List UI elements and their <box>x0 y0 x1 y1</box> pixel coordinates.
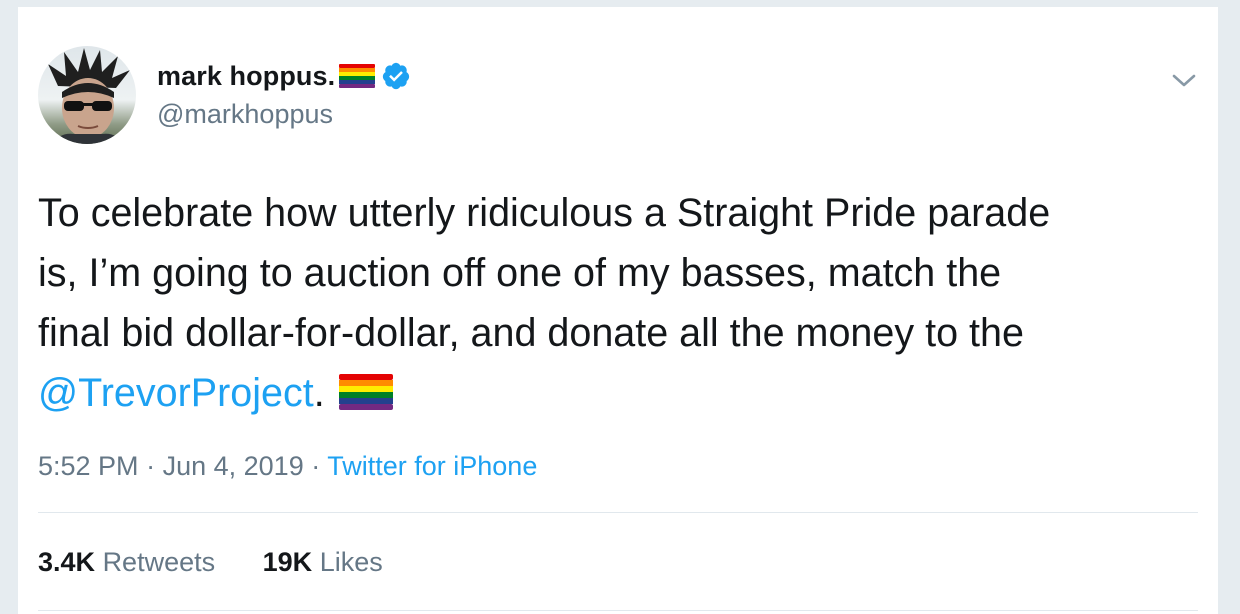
avatar[interactable] <box>38 46 136 144</box>
rainbow-flag-icon <box>339 61 376 91</box>
tweet-meta: 5:52 PM · Jun 4, 2019 · Twitter for iPho… <box>38 451 537 482</box>
tweet-time[interactable]: 5:52 PM <box>38 451 139 481</box>
likes-count: 19K <box>262 547 313 577</box>
tweet-source-link[interactable]: Twitter for iPhone <box>327 451 537 481</box>
rainbow-flag-icon <box>338 369 393 410</box>
tweet-stats: 3.4K Retweets 19K Likes <box>38 547 423 578</box>
verified-badge-icon <box>381 61 411 91</box>
tweet-date[interactable]: Jun 4, 2019 <box>163 451 304 481</box>
meta-separator: · <box>146 451 156 481</box>
tweet-text: To celebrate how utterly ridiculous a St… <box>38 183 1208 423</box>
retweets-label: Retweets <box>102 547 216 577</box>
retweets-stat[interactable]: 3.4K Retweets <box>38 547 215 577</box>
chevron-down-icon[interactable] <box>1168 65 1200 97</box>
tweet-text-line: is, I’m going to auction off one of my b… <box>38 251 1002 295</box>
tweet-text-line: final bid dollar-for-dollar, and donate … <box>38 311 1024 355</box>
tweet-text-line: To celebrate how utterly ridiculous a St… <box>38 191 1051 235</box>
tweet-card: mark hoppus. @markhoppus To celebrate ho… <box>18 7 1218 614</box>
author-name[interactable]: mark hoppus. <box>157 61 335 92</box>
likes-stat[interactable]: 19K Likes <box>263 547 383 577</box>
tweet-text-last-line: @TrevorProject. <box>38 363 1208 423</box>
author-name-row[interactable]: mark hoppus. <box>157 59 411 93</box>
meta-separator: · <box>311 451 321 481</box>
divider <box>38 610 1198 611</box>
author-handle[interactable]: @markhoppus <box>157 99 333 130</box>
divider <box>38 512 1198 513</box>
tweet-text-period: . <box>313 371 325 415</box>
mention-link[interactable]: @TrevorProject <box>38 371 314 415</box>
retweets-count: 3.4K <box>38 547 96 577</box>
likes-label: Likes <box>319 547 383 577</box>
